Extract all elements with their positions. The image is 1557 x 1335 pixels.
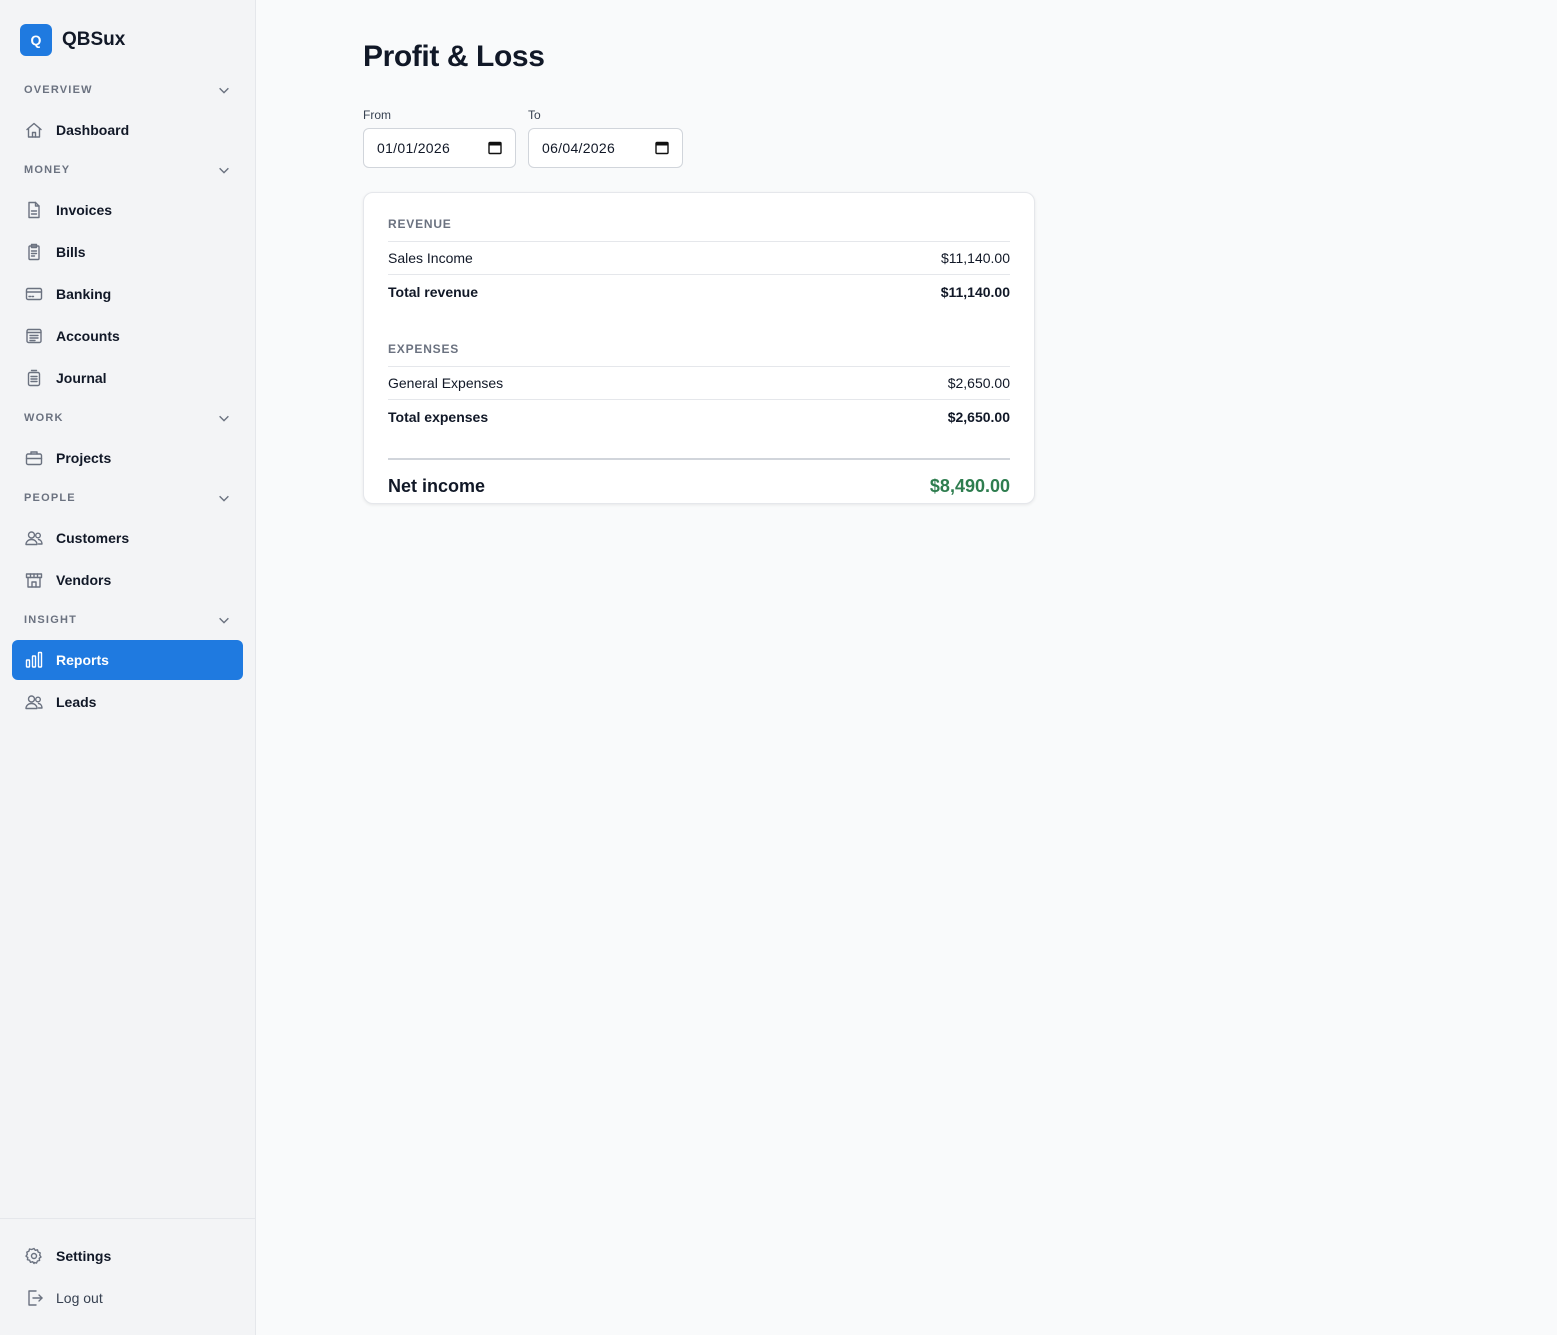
total-revenue-label: Total revenue: [388, 283, 478, 300]
sidebar: Q QBSux OVERVIEW Dashboard MONEY Invoice…: [0, 0, 256, 1335]
sidebar-item-customers[interactable]: Customers: [12, 518, 243, 558]
section-overview-toggle[interactable]: OVERVIEW: [12, 72, 243, 108]
clipboard-icon: [24, 242, 44, 262]
to-date-label: To: [528, 108, 541, 122]
sidebar-item-label: Banking: [56, 286, 112, 302]
revenue-heading: REVENUE: [388, 193, 1010, 242]
sidebar-item-journal[interactable]: Journal: [12, 358, 243, 398]
section-people-toggle[interactable]: PEOPLE: [12, 480, 243, 516]
home-icon: [24, 120, 44, 140]
profit-loss-report: REVENUE Sales Income $11,140.00 Total re…: [363, 192, 1035, 504]
sidebar-item-logout[interactable]: Log out: [12, 1278, 243, 1318]
total-revenue-amount: $11,140.00: [940, 283, 1010, 300]
sidebar-item-label: Leads: [56, 694, 97, 710]
chevron-down-icon: [219, 87, 229, 94]
chevron-down-icon: [219, 495, 229, 502]
line-amount: $2,650.00: [947, 375, 1010, 391]
bar-chart-icon: [24, 650, 44, 670]
line-name: General Expenses: [388, 375, 504, 391]
from-date-input[interactable]: 01/01/2026: [363, 128, 516, 168]
total-expenses-amount: $2,650.00: [947, 408, 1010, 425]
main-content: Profit & Loss From 01/01/2026 To 06/04/2…: [256, 0, 1557, 1335]
sidebar-item-label: Invoices: [56, 202, 113, 218]
sidebar-item-label: Reports: [56, 652, 109, 668]
sidebar-item-dashboard[interactable]: Dashboard: [12, 110, 243, 150]
ledger-icon: [24, 326, 44, 346]
journal-icon: [24, 368, 44, 388]
section-insight-toggle[interactable]: INSIGHT: [12, 602, 243, 638]
sidebar-item-label: Accounts: [56, 328, 120, 344]
sidebar-item-label: Customers: [56, 530, 130, 546]
section-label: OVERVIEW: [24, 84, 93, 96]
sidebar-item-accounts[interactable]: Accounts: [12, 316, 243, 356]
from-date-value: 01/01/2026: [377, 140, 451, 156]
section-label: INSIGHT: [24, 614, 78, 626]
to-date-group: To 06/04/2026: [528, 108, 683, 168]
app-shell: Q QBSux OVERVIEW Dashboard MONEY Invoice…: [0, 0, 1557, 1335]
sidebar-item-banking[interactable]: Banking: [12, 274, 243, 314]
sidebar-item-label: Dashboard: [56, 122, 130, 138]
net-income-row: Net income $8,490.00: [388, 458, 1010, 512]
section-money-toggle[interactable]: MONEY: [12, 152, 243, 188]
report-line: General Expenses $2,650.00: [388, 367, 1010, 400]
storefront-icon: [24, 570, 44, 590]
users-icon: [24, 528, 44, 548]
sidebar-item-label: Vendors: [56, 572, 112, 588]
chevron-down-icon: [219, 167, 229, 174]
sidebar-item-leads[interactable]: Leads: [12, 682, 243, 722]
sidebar-item-reports[interactable]: Reports: [12, 640, 243, 680]
from-date-label: From: [363, 108, 391, 122]
net-income-amount: $8,490.00: [929, 475, 1010, 496]
brand-logo: Q: [20, 24, 52, 56]
net-income-label: Net income: [388, 475, 486, 496]
calendar-icon[interactable]: [655, 141, 669, 155]
users-icon: [24, 692, 44, 712]
sidebar-item-label: Settings: [56, 1248, 112, 1264]
sidebar-item-label: Journal: [56, 370, 107, 386]
total-expenses-label: Total expenses: [388, 408, 489, 425]
to-date-value: 06/04/2026: [542, 140, 616, 156]
to-date-input[interactable]: 06/04/2026: [528, 128, 683, 168]
section-label: PEOPLE: [24, 492, 76, 504]
sidebar-item-label: Projects: [56, 450, 112, 466]
sidebar-item-projects[interactable]: Projects: [12, 438, 243, 478]
brand[interactable]: Q QBSux: [20, 24, 125, 56]
sidebar-item-bills[interactable]: Bills: [12, 232, 243, 272]
sidebar-item-vendors[interactable]: Vendors: [12, 560, 243, 600]
section-work-toggle[interactable]: WORK: [12, 400, 243, 436]
sidebar-nav: OVERVIEW Dashboard MONEY Invoices Bills: [12, 72, 243, 724]
chevron-down-icon: [219, 415, 229, 422]
page-title: Profit & Loss: [363, 40, 545, 73]
briefcase-icon: [24, 448, 44, 468]
line-name: Sales Income: [388, 250, 473, 266]
chevron-down-icon: [219, 617, 229, 624]
section-label: WORK: [24, 412, 64, 424]
expenses-heading: EXPENSES: [388, 308, 1010, 367]
total-expenses-row: Total expenses $2,650.00: [388, 400, 1010, 433]
sidebar-item-settings[interactable]: Settings: [12, 1236, 243, 1276]
calendar-icon[interactable]: [488, 141, 502, 155]
brand-name: QBSux: [62, 29, 126, 50]
logout-icon: [24, 1288, 44, 1308]
total-revenue-row: Total revenue $11,140.00: [388, 275, 1010, 308]
section-label: MONEY: [24, 164, 71, 176]
bank-card-icon: [24, 284, 44, 304]
sidebar-footer: Settings Log out: [0, 1218, 255, 1320]
sidebar-item-label: Log out: [56, 1290, 103, 1306]
line-amount: $11,140.00: [940, 250, 1010, 266]
document-icon: [24, 200, 44, 220]
sidebar-item-invoices[interactable]: Invoices: [12, 190, 243, 230]
gear-icon: [24, 1246, 44, 1266]
from-date-group: From 01/01/2026: [363, 108, 516, 168]
sidebar-item-label: Bills: [56, 244, 86, 260]
report-line: Sales Income $11,140.00: [388, 242, 1010, 275]
